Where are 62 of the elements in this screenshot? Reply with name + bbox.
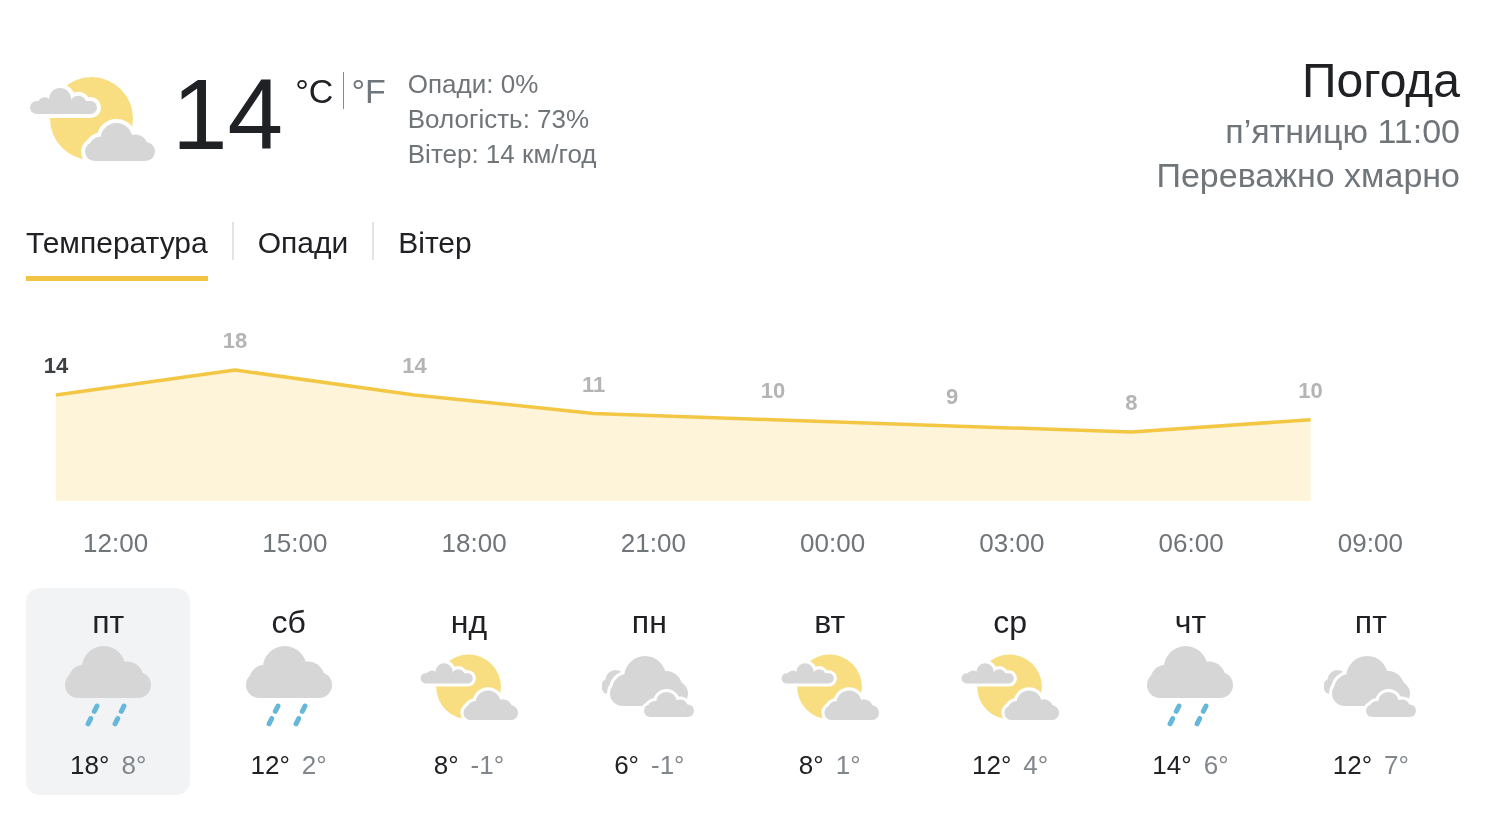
day-card[interactable]: пт 18° 8°	[26, 588, 191, 795]
value-label: 11	[581, 371, 606, 397]
low-temp: 6°	[1203, 749, 1229, 782]
high-temp: 12°	[971, 749, 1012, 782]
current-value-label: 14	[43, 352, 69, 378]
high-temp: 8°	[798, 749, 824, 782]
value-label: 10	[1298, 377, 1323, 403]
value-label: 9	[945, 383, 959, 409]
value-label: 14	[402, 352, 427, 378]
time-label: 03:00	[979, 528, 1045, 558]
value-label: 18	[222, 328, 248, 353]
time-label: 09:00	[1337, 528, 1403, 558]
low-temp: 7°	[1384, 749, 1409, 782]
low-temp: 4°	[1023, 749, 1049, 782]
detail-text: Вітер: 14 км/год	[407, 138, 597, 171]
day-label: пт	[92, 603, 125, 642]
time-label: 00:00	[800, 528, 866, 558]
condition-text: Переважно хмарно	[1156, 155, 1460, 196]
clouds-icon	[1323, 656, 1418, 718]
low-temp: 8°	[121, 749, 147, 782]
unit-toggle[interactable]: °F	[351, 74, 386, 108]
sun-behind-clouds-icon	[960, 652, 1060, 722]
day-label: пн	[631, 603, 667, 642]
high-temp: 12°	[1332, 749, 1373, 782]
value-label: 8	[1125, 390, 1138, 416]
day-label: пт	[1354, 603, 1387, 642]
day-label: ср	[993, 603, 1027, 642]
date-time: п’ятницю 11:00	[1225, 111, 1460, 152]
sun-behind-clouds-icon	[28, 75, 156, 163]
high-temp: 14°	[1152, 749, 1192, 782]
time-label: 15:00	[262, 528, 328, 558]
time-label: 18:00	[441, 528, 507, 558]
tab[interactable]: Опади	[257, 224, 349, 281]
day-label: чт	[1174, 603, 1207, 642]
time-label: 21:00	[620, 528, 686, 558]
unit-toggle[interactable]: °C	[295, 74, 334, 108]
value-label: 10	[760, 377, 786, 403]
low-temp: -1°	[470, 749, 505, 782]
weather-title: Погода	[1302, 53, 1460, 109]
high-temp: 18°	[70, 749, 110, 782]
detail-text: Опади: 0%	[407, 68, 540, 101]
current-temperature: 14	[172, 64, 284, 164]
low-temp: 1°	[835, 749, 861, 782]
rain-cloud-icon	[244, 646, 333, 728]
low-temp: 2°	[301, 749, 327, 782]
day-label: вт	[814, 603, 846, 642]
sun-behind-clouds-icon	[419, 652, 519, 722]
time-label: 12:00	[83, 528, 149, 558]
clouds-icon	[602, 656, 697, 718]
low-temp: -1°	[651, 749, 685, 782]
rain-cloud-icon	[64, 646, 153, 728]
sun-behind-clouds-icon	[779, 652, 880, 722]
tab[interactable]: Вітер	[398, 224, 472, 281]
time-label: 06:00	[1158, 528, 1224, 558]
detail-text: Вологість: 73%	[407, 103, 591, 136]
high-temp: 12°	[250, 749, 290, 782]
tab[interactable]: Температура	[26, 224, 208, 281]
high-temp: 8°	[433, 749, 459, 782]
day-label: нд	[450, 603, 488, 642]
high-temp: 6°	[614, 749, 639, 782]
day-label: сб	[271, 603, 306, 642]
rain-cloud-icon	[1146, 646, 1235, 728]
